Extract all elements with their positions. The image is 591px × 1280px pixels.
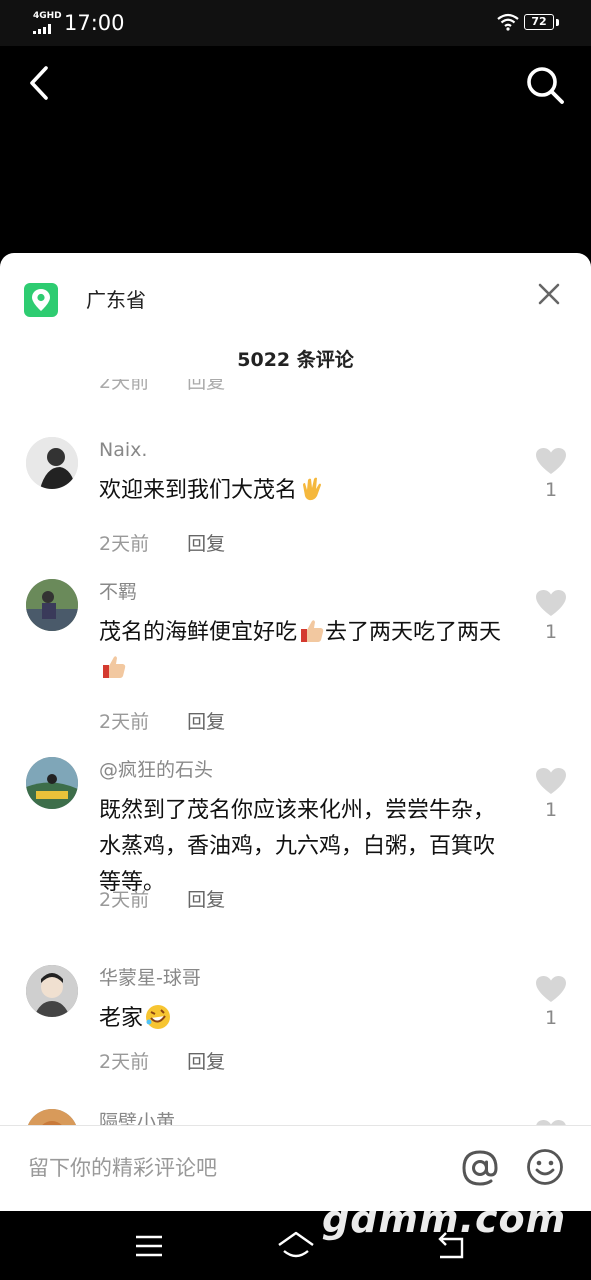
home-icon[interactable] [276, 1229, 316, 1263]
comment-time: 2天前 [99, 379, 150, 393]
video-area [0, 46, 591, 256]
comment-input[interactable]: 留下你的精彩评论吧 [28, 1154, 217, 1182]
menu-icon[interactable] [134, 1233, 164, 1259]
comment-meta: 2天前 回复 [99, 887, 225, 913]
comment-username[interactable]: 隔壁小黄 [99, 1109, 175, 1125]
location-label: 广东省 [86, 288, 146, 312]
clap-emoji-icon [303, 477, 322, 501]
comment-list[interactable]: 2天前 回复 Naix. 欢迎来到我们大茂名 2天前 回复 1 不羁 茂名的海鲜便宜… [0, 379, 591, 1125]
avatar[interactable] [26, 965, 78, 1017]
reply-button[interactable]: 回复 [187, 889, 225, 911]
mention-at-icon[interactable] [460, 1148, 500, 1188]
clock: 17:00 [64, 11, 125, 35]
like-button[interactable]: 1 [533, 975, 569, 1031]
status-bar: 4GHD 17:00 72 [0, 0, 591, 46]
like-count: 1 [544, 479, 558, 501]
comment-time: 2天前 [99, 889, 150, 911]
battery-indicator: 72 [524, 14, 554, 30]
reply-button[interactable]: 回复 [187, 533, 225, 555]
watermark: gdmm.com [322, 1197, 567, 1241]
comment-text: 欢迎来到我们大茂名 [99, 473, 509, 509]
signal-icon [33, 24, 51, 34]
comment-username[interactable]: Naix. [99, 437, 147, 463]
comment-meta: 2天前 回复 [99, 709, 225, 735]
heart-icon [536, 976, 566, 1002]
comment-text: 老家 [99, 1001, 509, 1037]
back-arrow-icon[interactable] [20, 62, 60, 102]
like-button[interactable]: 1 [533, 447, 569, 503]
comment-username[interactable]: 华蒙星-球哥 [99, 965, 201, 991]
like-button[interactable]: 1 [533, 589, 569, 645]
battery-tip [556, 19, 559, 26]
comment-time: 2天前 [99, 711, 150, 733]
like-button[interactable]: 1 [533, 767, 569, 823]
heart-icon [536, 768, 566, 794]
thumbs-up-emoji-icon [301, 620, 324, 642]
search-icon[interactable] [522, 62, 568, 108]
comment-sheet: 广东省 5022 条评论 2天前 回复 Naix. 欢迎来到我们大茂名 2天前 回复… [0, 253, 591, 1211]
reply-button[interactable]: 回复 [187, 379, 225, 393]
heart-icon [536, 590, 566, 616]
like-count: 1 [544, 621, 558, 643]
thumbs-up-emoji-icon [103, 656, 126, 678]
reply-button[interactable]: 回复 [187, 711, 225, 733]
wifi-icon [497, 13, 519, 31]
comment-time: 2天前 [99, 1051, 150, 1073]
avatar[interactable] [26, 437, 78, 489]
emoji-icon[interactable] [526, 1148, 564, 1186]
avatar[interactable] [26, 579, 78, 631]
comment-count: 5022 条评论 [237, 349, 354, 371]
avatar[interactable] [26, 1109, 78, 1125]
close-icon[interactable] [534, 279, 564, 309]
cutoff-comment-meta: 2天前 回复 [99, 379, 225, 394]
network-type: 4GHD [33, 11, 62, 21]
avatar[interactable] [26, 757, 78, 809]
comment-text: 既然到了茂名你应该来化州，尝尝牛杂，水蒸鸡，香油鸡，九六鸡，白粥，百箕吹等等。 [99, 798, 496, 895]
heart-icon [536, 448, 566, 474]
comment-meta: 2天前 回复 [99, 531, 225, 557]
comment-username[interactable]: 不羁 [99, 579, 137, 605]
reply-button[interactable]: 回复 [187, 1051, 225, 1073]
comment-text: 茂名的海鲜便宜好吃 去了两天吃了两天 [99, 615, 509, 687]
like-count: 1 [544, 1007, 558, 1029]
comment-time: 2天前 [99, 533, 150, 555]
location-pin-icon [24, 283, 58, 317]
comment-meta: 2天前 回复 [99, 1049, 225, 1075]
system-nav-bar: gdmm.com [0, 1197, 591, 1280]
location-row[interactable]: 广东省 [0, 253, 591, 343]
comment-username[interactable]: @疯狂的石头 [99, 757, 213, 783]
rofl-emoji-icon [146, 1005, 171, 1029]
like-count: 1 [544, 799, 558, 821]
